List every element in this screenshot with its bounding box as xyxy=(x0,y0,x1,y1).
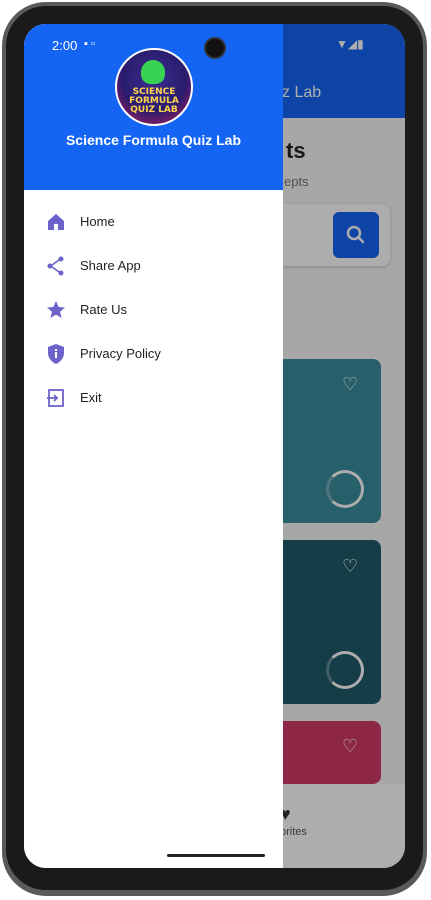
home-icon xyxy=(48,214,64,230)
camera-cutout xyxy=(204,37,226,59)
menu-item-label: Privacy Policy xyxy=(80,346,161,361)
shield-icon xyxy=(48,344,64,364)
status-icons-left: ▪ ▫ xyxy=(84,38,95,50)
menu-item-share[interactable]: Share App xyxy=(24,245,283,289)
status-time: 2:00 xyxy=(52,38,78,53)
menu-item-rate[interactable]: Rate Us xyxy=(24,289,283,333)
app-logo: SCIENCE FORMULA QUIZ LAB xyxy=(115,48,193,126)
phone-frame: z Lab ts epts ♡ ♡ ♡ ♥ orites ▼◢▮ 2:00 ▪ … xyxy=(0,0,431,900)
logo-text: SCIENCE FORMULA QUIZ LAB xyxy=(129,87,179,115)
drawer-title: Science Formula Quiz Lab xyxy=(65,132,242,148)
star-icon xyxy=(47,301,65,318)
menu-item-label: Exit xyxy=(80,390,102,405)
menu-item-exit[interactable]: Exit xyxy=(24,377,283,421)
flask-icon xyxy=(141,60,165,84)
menu-item-label: Share App xyxy=(80,258,141,273)
share-icon xyxy=(47,256,64,276)
menu-item-home[interactable]: Home xyxy=(24,201,283,245)
menu-item-label: Rate Us xyxy=(80,302,127,317)
menu-item-label: Home xyxy=(80,214,115,229)
navigation-drawer: 2:00 ▪ ▫ SCIENCE FORMULA QUIZ LAB Scienc… xyxy=(24,24,283,868)
home-indicator[interactable] xyxy=(167,854,265,857)
exit-icon xyxy=(47,389,64,407)
menu-item-privacy[interactable]: Privacy Policy xyxy=(24,333,283,377)
screen: z Lab ts epts ♡ ♡ ♡ ♥ orites ▼◢▮ 2:00 ▪ … xyxy=(24,24,405,868)
drawer-header: 2:00 ▪ ▫ SCIENCE FORMULA QUIZ LAB Scienc… xyxy=(24,24,283,190)
